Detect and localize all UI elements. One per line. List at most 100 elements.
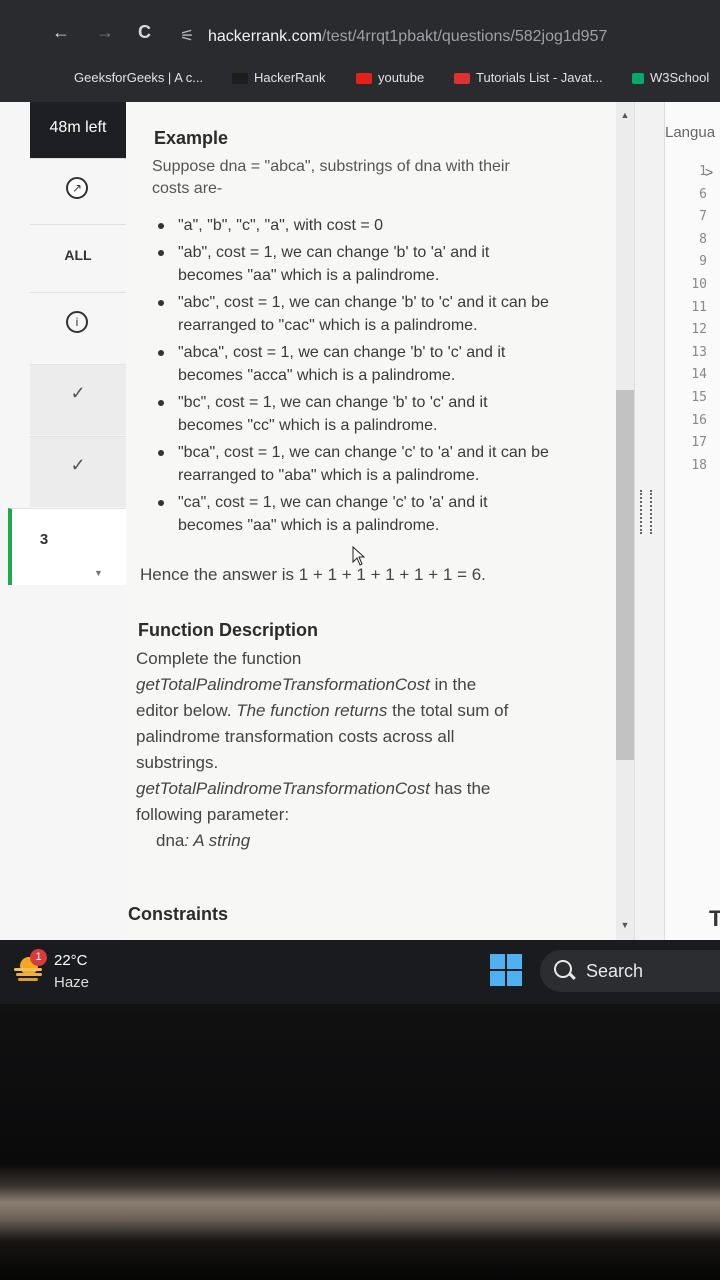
list-item-text: "abc", cost = 1, we can change 'b' to 'c…	[178, 294, 549, 311]
list-item-text: rearranged to "cac" which is a palindrom…	[178, 317, 478, 334]
windows-taskbar: 1 22°C Haze Search	[0, 940, 720, 1004]
list-item-text: "ab", cost = 1, we can change 'b' to 'a'…	[178, 244, 490, 261]
list-item: "a", "b", "c", "a", with cost = 0	[152, 214, 602, 237]
monitor-bezel-photo-area	[0, 1004, 720, 1280]
fd-text: palindrome transformation costs across a…	[136, 727, 455, 746]
question-number: 3	[39, 531, 49, 548]
fd-text: substrings.	[136, 753, 219, 772]
example-intro-line: Suppose dna = "abca", substrings of dna …	[152, 158, 510, 175]
search-icon	[554, 960, 572, 978]
fd-text: in the	[429, 675, 477, 694]
taskbar-search[interactable]: Search	[540, 950, 720, 992]
code-editor[interactable]: Langua > 1 6 7 8 9 10 11 12 13 14 15 16 …	[664, 102, 720, 940]
line-number: 13	[691, 344, 707, 360]
line-number: 11	[691, 299, 707, 315]
bullet-icon	[158, 250, 164, 256]
scroll-down-icon[interactable]: ▼	[94, 568, 103, 578]
list-item-text: "bc", cost = 1, we can change 'b' to 'c'…	[178, 394, 488, 411]
bullet-icon	[158, 350, 164, 356]
bookmark-label: youtube	[378, 70, 425, 85]
check-icon: ✓	[70, 455, 86, 475]
bookmark-youtube[interactable]: youtube	[356, 70, 424, 85]
sidebar-info[interactable]: i	[30, 292, 126, 359]
hackerrank-test-page: 48m left ↗ ALL i ▲ ✓ ✓ 3 ▼ Example Suppo…	[0, 102, 720, 940]
url-path: /test/4rrqt1pbakt/questions/582jog1d957	[321, 28, 608, 45]
fd-text: the total sum of	[387, 701, 509, 720]
list-item-text: "abca", cost = 1, we can change 'b' to '…	[178, 344, 506, 361]
youtube-icon	[356, 73, 372, 85]
line-number: 10	[691, 276, 707, 292]
line-number: 9	[699, 254, 707, 270]
bookmark-label: HackerRank	[254, 70, 326, 85]
sidebar-question-3[interactable]: 3	[8, 508, 130, 585]
check-icon: ✓	[70, 383, 86, 403]
list-item: "ca", cost = 1, we can change 'c' to 'a'…	[152, 491, 602, 537]
javatpoint-icon	[454, 73, 470, 85]
parameter-description: : A string	[184, 831, 251, 850]
parameter-name: dna	[156, 831, 185, 850]
function-description-text: Complete the function getTotalPalindrome…	[136, 646, 606, 854]
line-number: 17	[691, 435, 707, 451]
problem-scrollbar[interactable]: ▲ ▼	[616, 102, 634, 940]
bullet-icon	[158, 500, 164, 506]
mouse-cursor-icon	[352, 546, 366, 566]
list-item-text: becomes "acca" which is a palindrome.	[178, 367, 456, 384]
parameter: dna: A string	[136, 831, 250, 850]
function-name: getTotalPalindromeTransformationCost	[136, 779, 430, 798]
search-label: Search	[586, 961, 644, 981]
constraints-heading: Constraints	[128, 904, 229, 924]
answer-line: Hence the answer is 1 + 1 + 1 + 1 + 1 + …	[140, 565, 486, 584]
bullet-icon	[158, 300, 164, 306]
bookmark-label: W3School	[650, 70, 710, 85]
bullet-icon	[158, 450, 164, 456]
editor-footer-letter: T	[709, 906, 720, 931]
function-description-heading: Function Description	[138, 620, 318, 640]
sidebar-question-1[interactable]: ✓	[30, 364, 126, 435]
list-item-text: rearranged to "aba" which is a palindrom…	[178, 467, 480, 484]
fd-emphasis: The function returns	[236, 701, 388, 720]
list-item: "ab", cost = 1, we can change 'b' to 'a'…	[152, 241, 602, 287]
bullet-icon	[158, 223, 164, 229]
sidebar-all-questions[interactable]: ALL	[30, 224, 126, 291]
info-icon: i	[66, 311, 88, 333]
address-bar[interactable]: ⚟ hackerrank.com/test/4rrqt1pbakt/questio…	[180, 26, 720, 56]
language-selector[interactable]: Langua	[665, 124, 715, 141]
example-intro: Suppose dna = "abca", substrings of dna …	[152, 156, 510, 200]
drag-handle-icon[interactable]	[640, 490, 652, 534]
all-label: ALL	[64, 247, 92, 263]
windows-start-icon[interactable]	[490, 954, 522, 986]
bookmarks-bar: GeeksforGeeks | A c... HackerRank youtub…	[0, 58, 720, 102]
sidebar-question-2[interactable]: ✓	[30, 436, 126, 507]
bookmark-label: Tutorials List - Javat...	[476, 70, 603, 85]
scrollbar-thumb[interactable]	[616, 390, 634, 760]
line-number: 6	[699, 186, 707, 202]
time-remaining: 48m left	[30, 102, 126, 158]
temperature[interactable]: 22°C	[54, 952, 88, 969]
bookmark-w3schools[interactable]: W3School	[632, 70, 709, 85]
hackerrank-icon	[232, 73, 248, 85]
bookmark-geeksforgeeks[interactable]: GeeksforGeeks | A c...	[74, 70, 203, 85]
list-item: "bca", cost = 1, we can change 'c' to 'a…	[152, 441, 602, 487]
scroll-up-icon[interactable]: ▲	[616, 110, 634, 120]
bullet-icon	[158, 400, 164, 406]
list-item-text: "a", "b", "c", "a", with cost = 0	[178, 217, 384, 234]
cost-list: "a", "b", "c", "a", with cost = 0 "ab", …	[152, 214, 602, 541]
line-number: 7	[699, 209, 707, 225]
line-number: 16	[691, 412, 707, 428]
line-number: 15	[691, 389, 707, 405]
list-item-text: becomes "aa" which is a palindrome.	[178, 267, 440, 284]
compass-icon: ↗	[66, 177, 88, 199]
bookmark-hackerrank[interactable]: HackerRank	[232, 70, 326, 85]
back-icon[interactable]: ←	[52, 22, 70, 43]
line-number: 8	[699, 231, 707, 247]
function-name: getTotalPalindromeTransformationCost	[136, 675, 430, 694]
fd-text: has the	[429, 779, 491, 798]
question-sidebar: 48m left ↗ ALL i ▲ ✓ ✓ 3 ▼	[0, 102, 130, 940]
bookmark-tutorials-list[interactable]: Tutorials List - Javat...	[454, 70, 603, 85]
scroll-down-icon[interactable]: ▼	[616, 920, 634, 930]
site-settings-icon[interactable]: ⚟	[180, 26, 198, 46]
weather-condition[interactable]: Haze	[54, 974, 89, 991]
sidebar-compass[interactable]: ↗	[30, 158, 126, 225]
reload-icon[interactable]: C	[138, 22, 151, 43]
forward-icon[interactable]: →	[96, 22, 114, 43]
